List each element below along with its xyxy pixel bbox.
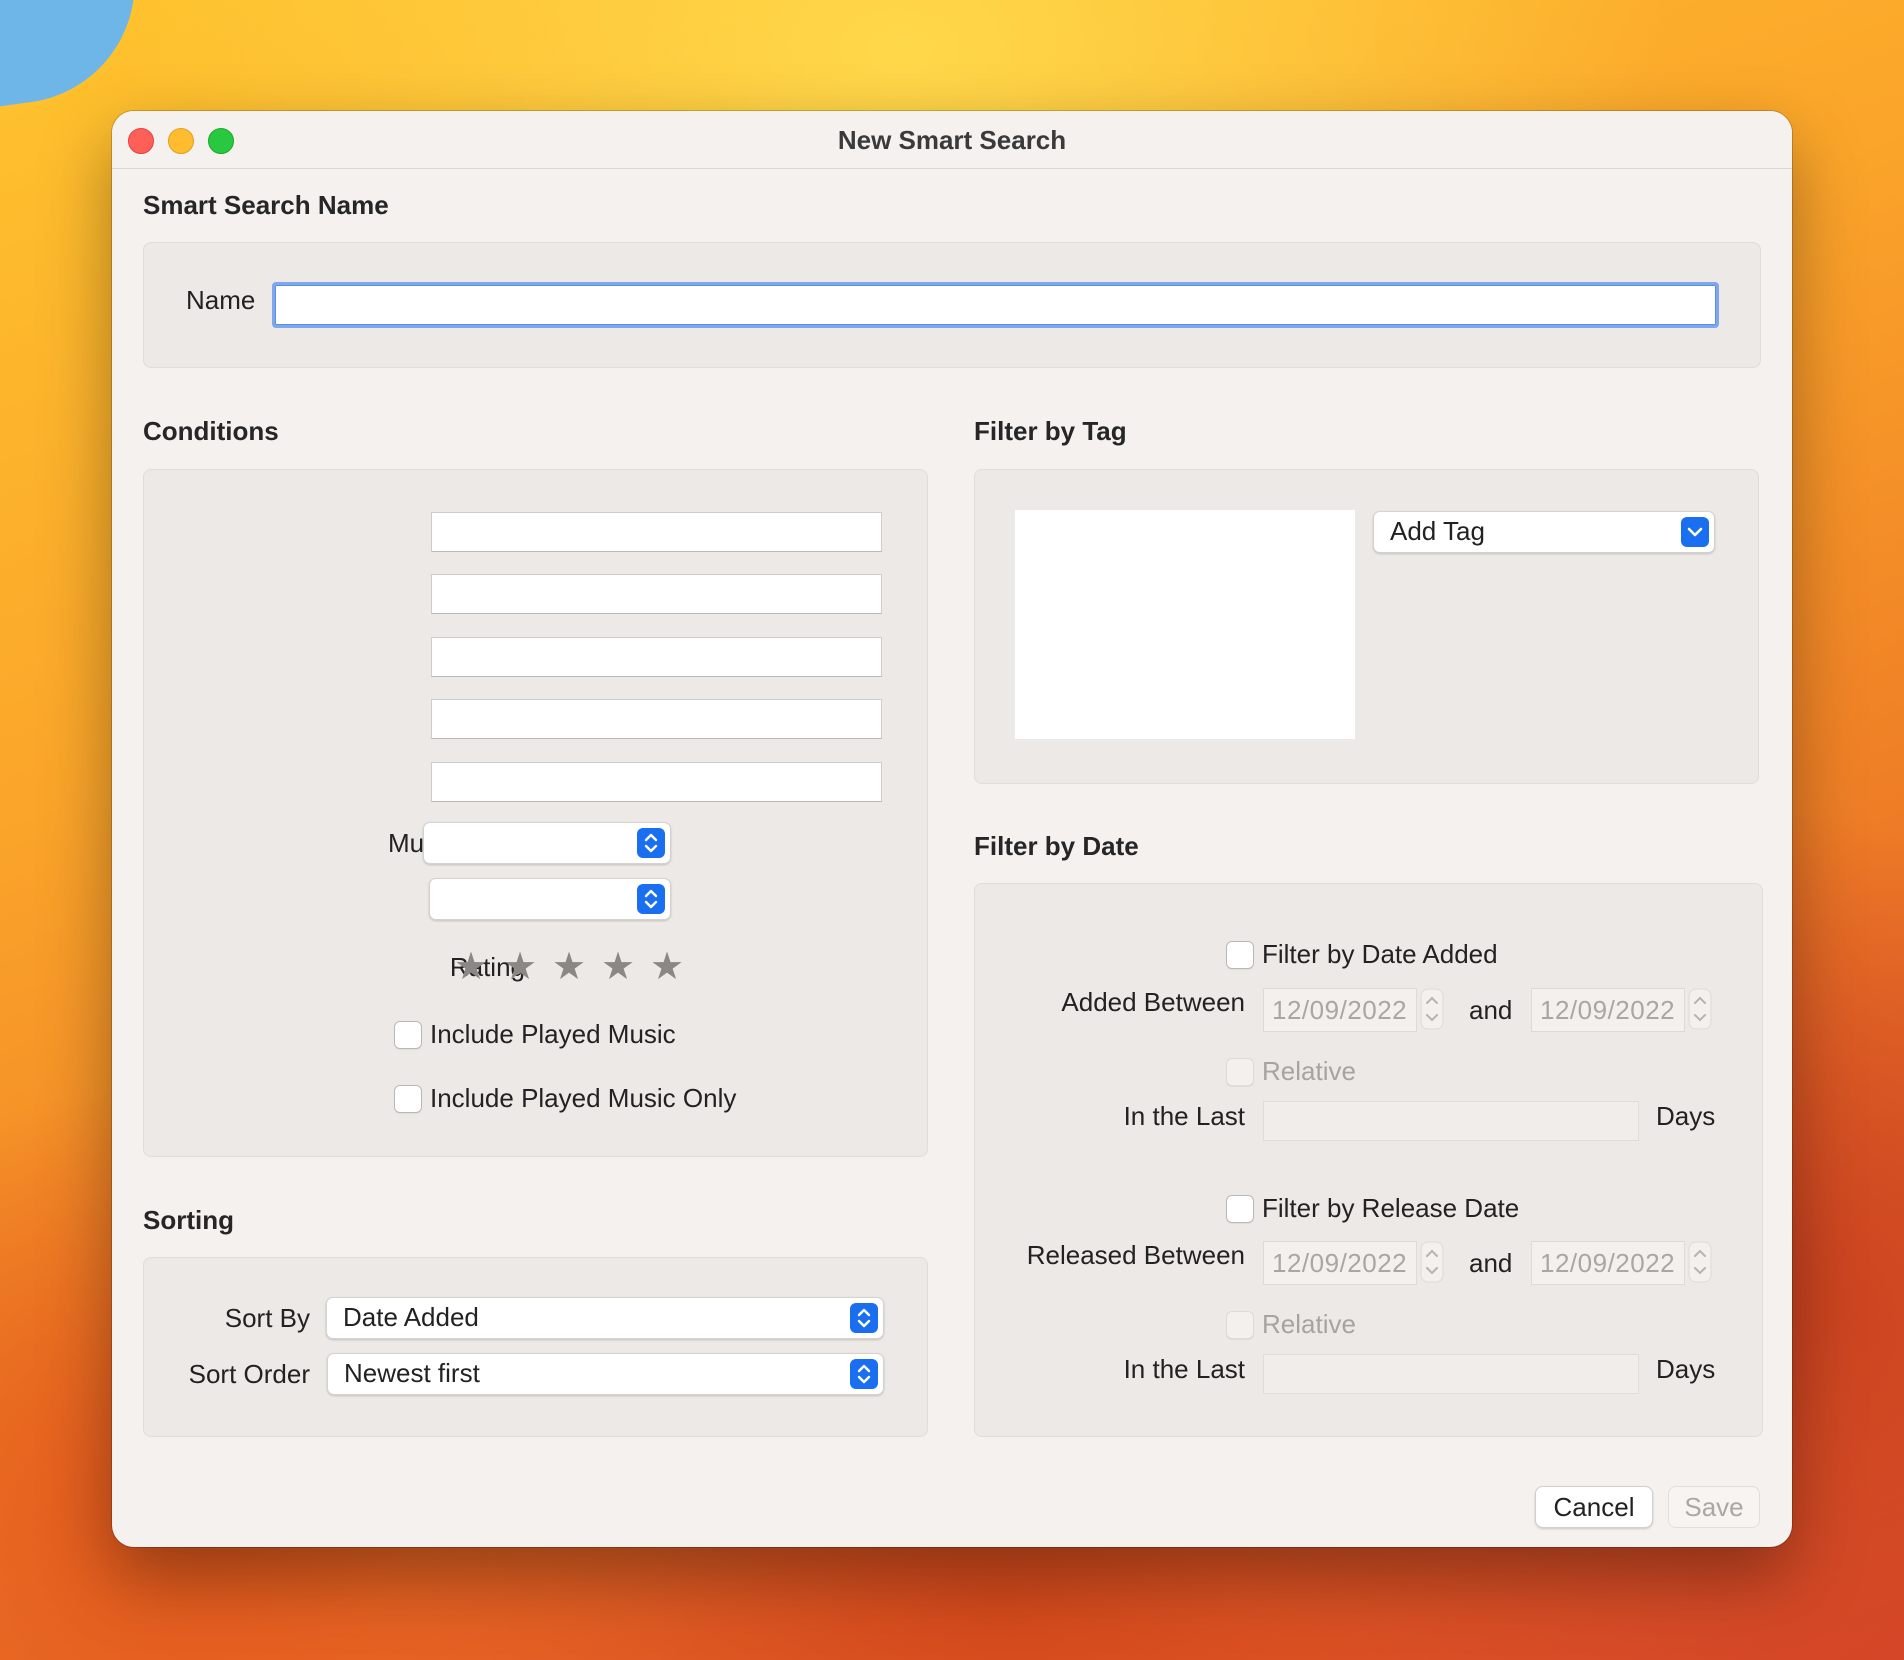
include-played-label[interactable]: Include Played Music	[430, 1019, 676, 1050]
released-to-value: 12/09/2022	[1540, 1248, 1676, 1278]
sort-by-label: Sort By	[224, 1303, 310, 1333]
title-bar: New Smart Search	[112, 111, 1792, 169]
genre-field[interactable]	[431, 637, 882, 677]
include-played-only-label[interactable]: Include Played Music Only	[430, 1083, 736, 1114]
new-smart-search-window: New Smart Search Smart Search Name Name …	[112, 111, 1792, 1547]
released-in-last-label: In the Last	[1123, 1354, 1245, 1384]
released-relative-checkbox	[1226, 1311, 1254, 1339]
sort-by-popup[interactable]: Date Added	[326, 1297, 884, 1339]
chevron-down-icon	[1681, 517, 1709, 547]
released-from-date: 12/09/2022	[1263, 1241, 1417, 1285]
cancel-button[interactable]: Cancel	[1535, 1486, 1653, 1528]
rating-star-3[interactable]: ★	[552, 944, 586, 989]
rating-star-5[interactable]: ★	[650, 944, 684, 989]
sort-order-value: Newest first	[344, 1358, 480, 1388]
wallpaper-sky	[0, 0, 151, 114]
artist-field[interactable]	[431, 574, 882, 614]
updown-chevron-icon	[637, 828, 665, 858]
save-button[interactable]: Save	[1668, 1486, 1760, 1528]
added-to-date: 12/09/2022	[1531, 988, 1685, 1032]
released-from-stepper	[1420, 1241, 1444, 1283]
added-between-label: Added Between	[1061, 987, 1245, 1017]
conditions-group	[143, 469, 928, 1157]
include-played-checkbox[interactable]	[394, 1021, 422, 1049]
rating-star-2[interactable]: ★	[503, 944, 537, 989]
added-and-label: and	[1469, 995, 1513, 1025]
filter-by-date-heading: Filter by Date	[974, 831, 1139, 861]
released-in-last-field	[1263, 1354, 1639, 1394]
added-in-last-field	[1263, 1101, 1639, 1141]
added-from-value: 12/09/2022	[1272, 995, 1408, 1025]
rating-stars[interactable]: ★ ★ ★ ★ ★	[454, 944, 684, 988]
updown-chevron-icon	[850, 1303, 878, 1333]
released-relative-label: Relative	[1262, 1309, 1356, 1339]
include-played-only-checkbox[interactable]	[394, 1085, 422, 1113]
released-from-value: 12/09/2022	[1272, 1248, 1408, 1278]
label-field[interactable]	[431, 699, 882, 739]
added-to-stepper	[1688, 988, 1712, 1030]
released-to-date: 12/09/2022	[1531, 1241, 1685, 1285]
added-relative-checkbox	[1226, 1058, 1254, 1086]
add-tag-popup[interactable]: Add Tag	[1373, 511, 1715, 553]
added-relative-label: Relative	[1262, 1056, 1356, 1086]
add-tag-label: Add Tag	[1390, 516, 1485, 546]
released-days-label: Days	[1656, 1354, 1716, 1384]
released-and-label: and	[1469, 1248, 1513, 1278]
window-title: New Smart Search	[837, 125, 1067, 155]
added-from-stepper	[1420, 988, 1444, 1030]
updown-chevron-icon	[850, 1359, 878, 1389]
added-to-value: 12/09/2022	[1540, 995, 1676, 1025]
filter-by-release-date-label[interactable]: Filter by Release Date	[1262, 1193, 1519, 1224]
music-type-popup[interactable]	[423, 822, 671, 864]
notes-field[interactable]	[431, 762, 882, 802]
title-field[interactable]	[431, 512, 882, 552]
filter-by-date-added-label[interactable]: Filter by Date Added	[1262, 939, 1498, 970]
filter-by-release-date-checkbox[interactable]	[1226, 1195, 1254, 1223]
updown-chevron-icon	[637, 884, 665, 914]
rating-star-4[interactable]: ★	[601, 944, 635, 989]
source-popup[interactable]	[429, 878, 671, 920]
name-input[interactable]	[272, 282, 1719, 328]
added-days-label: Days	[1656, 1101, 1716, 1131]
sort-order-label: Sort Order	[188, 1359, 310, 1389]
added-in-last-label: In the Last	[1123, 1101, 1245, 1131]
released-between-label: Released Between	[1026, 1240, 1245, 1270]
rating-star-1[interactable]: ★	[454, 944, 488, 989]
filter-by-date-added-checkbox[interactable]	[1226, 941, 1254, 969]
conditions-heading: Conditions	[143, 416, 279, 446]
sort-by-value: Date Added	[343, 1302, 479, 1332]
sorting-group	[143, 1257, 928, 1437]
sort-order-popup[interactable]: Newest first	[327, 1353, 884, 1395]
smart-search-name-heading: Smart Search Name	[143, 190, 389, 220]
added-from-date: 12/09/2022	[1263, 988, 1417, 1032]
tag-list[interactable]	[1015, 510, 1355, 739]
filter-by-tag-heading: Filter by Tag	[974, 416, 1127, 446]
sorting-heading: Sorting	[143, 1205, 234, 1235]
name-label: Name	[186, 285, 256, 315]
released-to-stepper	[1688, 1241, 1712, 1283]
